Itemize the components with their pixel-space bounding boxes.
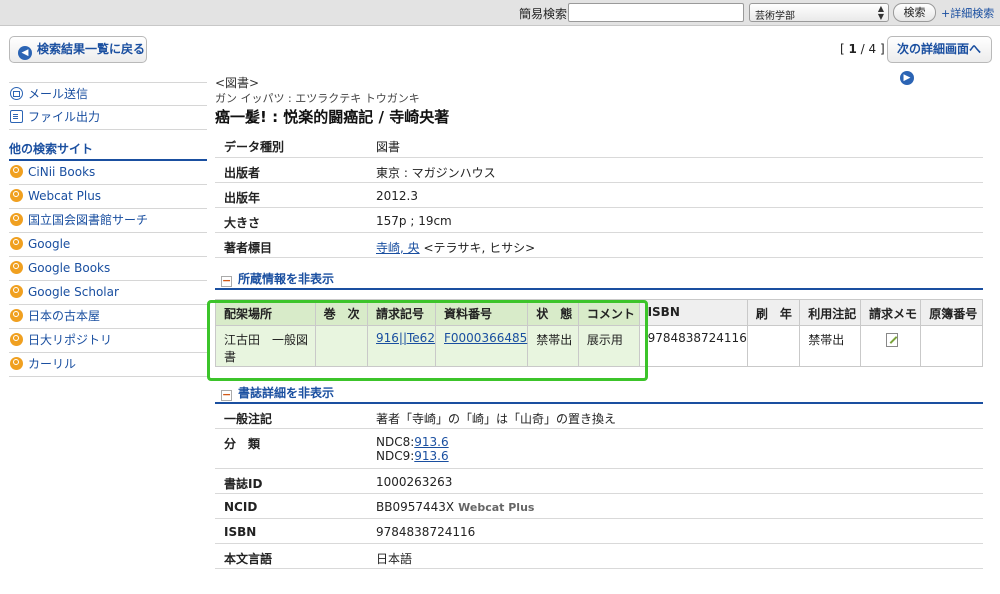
sidebar-item-cinii-books[interactable]: CiNii Books <box>9 161 207 185</box>
search-icon <box>10 357 23 370</box>
record-detail: <図書> ガン イッパツ : エツラクテキ トウガンキ 癌一髪! : 悦楽的闘癌… <box>215 74 983 569</box>
table-row: 大きさ 157p ; 19cm <box>215 207 983 233</box>
col-location: 配架場所 <box>215 298 316 326</box>
col-call-number: 請求記号 <box>367 298 436 326</box>
author-link[interactable]: 寺崎, 央 <box>376 241 420 255</box>
sidebar-item-kosho[interactable]: 日本の古本屋 <box>9 305 207 329</box>
ndc8-link[interactable]: 913.6 <box>414 435 448 449</box>
sidebar-item-file-export[interactable]: ファイル出力 <box>9 106 207 130</box>
collapse-icon: − <box>221 387 232 401</box>
table-row: 出版者 東京 : マガジンハウス <box>215 157 983 183</box>
holding-ledger-number <box>920 324 983 367</box>
holding-isbn: 9784838724116 <box>638 324 748 367</box>
sidebar-item-google-books[interactable]: Google Books <box>9 257 207 281</box>
holdings-toggle[interactable]: − 所蔵情報を非表示 <box>215 266 983 290</box>
col-request-memo: 請求メモ <box>860 298 922 326</box>
sidebar-item-webcat-plus[interactable]: Webcat Plus <box>9 185 207 209</box>
holding-location: 江古田 一般図書 <box>215 324 316 367</box>
search-button[interactable]: 検索 <box>893 3 936 22</box>
table-row: 江古田 一般図書 916||Te62 F0000366485 禁帯出 展示用 9… <box>215 324 983 367</box>
search-icon <box>10 189 23 202</box>
sidebar-item-ndl-search[interactable]: 国立国会図書館サーチ <box>9 209 207 233</box>
holding-printing-year <box>746 324 801 367</box>
holdings-table: 配架場所 巻 次 請求記号 資料番号 状 態 コメント ISBN 刷 年 利用注… <box>215 298 983 367</box>
page-title: 癌一髪! : 悦楽的闘癌記 / 寺崎央著 <box>215 108 450 126</box>
memo-edit-icon[interactable] <box>886 332 899 347</box>
title-reading: ガン イッパツ : エツラクテキ トウガンキ <box>215 92 420 105</box>
ncid-value: BB0957443X <box>376 500 455 514</box>
holding-status: 禁帯出 <box>527 324 579 367</box>
col-isbn: ISBN <box>638 298 748 326</box>
holding-usage-note: 禁帯出 <box>799 324 862 367</box>
ndc9-link[interactable]: 913.6 <box>414 449 448 463</box>
search-icon <box>10 333 23 346</box>
table-row: 書誌ID 1000263263 <box>215 468 983 494</box>
author-reading: <テラサキ, ヒサシ> <box>419 240 536 255</box>
material-type-tag: <図書> <box>215 76 260 90</box>
table-row: 分 類 NDC8:913.6 NDC9:913.6 <box>215 428 983 469</box>
call-number-link[interactable]: 916||Te62 <box>376 331 435 345</box>
col-comment: コメント <box>577 298 640 326</box>
table-row: 出版年 2012.3 <box>215 182 983 208</box>
sidebar-item-send-email[interactable]: メール送信 <box>9 82 207 106</box>
advanced-search-link[interactable]: +詳細検索 <box>941 5 994 21</box>
next-detail-label: 次の詳細画面へ <box>897 42 982 56</box>
sidebar-item-google-scholar[interactable]: Google Scholar <box>9 281 207 305</box>
col-ledger-number: 原簿番号 <box>920 298 983 326</box>
col-item-number: 資料番号 <box>434 298 529 326</box>
other-search-sites-heading: 他の検索サイト <box>9 139 207 161</box>
holding-volume <box>314 324 369 367</box>
search-scope-value: 芸術学部 <box>755 11 795 22</box>
item-number-link[interactable]: F0000366485 <box>444 331 527 345</box>
back-to-results-button[interactable]: ◀ 検索結果一覧に戻る <box>9 36 147 63</box>
simple-search-input[interactable] <box>568 3 744 22</box>
top-search-bar: 簡易検索: 芸術学部 ▲ ▼ 検索 +詳細検索 <box>0 0 1000 26</box>
simple-search-label: 簡易検索: <box>519 7 572 21</box>
col-volume: 巻 次 <box>314 298 369 326</box>
back-to-results-label: 検索結果一覧に戻る <box>37 42 146 56</box>
holding-comment: 展示用 <box>577 324 640 367</box>
arrow-left-circle-icon: ◀ <box>18 46 32 60</box>
file-icon <box>10 110 23 123</box>
table-row: データ種別 図書 <box>215 132 983 158</box>
collapse-icon: − <box>221 273 232 287</box>
table-row: 著者標目 寺崎, 央 <テラサキ, ヒサシ> <box>215 232 983 258</box>
search-icon <box>10 237 23 250</box>
table-row: 本文言語 日本語 <box>215 543 983 569</box>
col-usage-note: 利用注記 <box>799 298 862 326</box>
next-detail-button[interactable]: 次の詳細画面へ▶ <box>887 36 992 85</box>
sidebar-item-calil[interactable]: カーリル <box>9 353 207 377</box>
search-scope-select[interactable]: 芸術学部 ▲ ▼ <box>749 3 889 22</box>
col-status: 状 態 <box>527 298 579 326</box>
sidebar-item-google[interactable]: Google <box>9 233 207 257</box>
bib-details-toggle[interactable]: − 書誌詳細を非表示 <box>215 380 983 404</box>
bib-details-table: 一般注記 著者「寺崎」の「崎」は「山奇」の置き換え 分 類 NDC8:913.6 N… <box>215 403 983 569</box>
search-icon <box>10 261 23 274</box>
search-icon <box>10 309 23 322</box>
mail-icon <box>10 87 23 100</box>
table-row: NCID BB0957443X Webcat Plus <box>215 493 983 519</box>
webcat-plus-link[interactable]: Webcat Plus <box>458 501 534 514</box>
search-icon <box>10 285 23 298</box>
col-printing-year: 刷 年 <box>746 298 801 326</box>
search-icon <box>10 165 23 178</box>
select-arrows-icon: ▲ ▼ <box>877 4 884 21</box>
bibliographic-summary-table: データ種別 図書 出版者 東京 : マガジンハウス 出版年 2012.3 大きさ 157… <box>215 132 983 258</box>
holdings-header-row: 配架場所 巻 次 請求記号 資料番号 状 態 コメント ISBN 刷 年 利用注… <box>215 298 983 326</box>
table-row: 一般注記 著者「寺崎」の「崎」は「山奇」の置き換え <box>215 403 983 429</box>
sidebar: メール送信 ファイル出力 他の検索サイト CiNii Books Webcat … <box>9 82 207 377</box>
sidebar-item-nihon-u-repository[interactable]: 日大リポジトリ <box>9 329 207 353</box>
table-row: ISBN 9784838724116 <box>215 518 983 544</box>
search-icon <box>10 213 23 226</box>
record-pager: [ 1 / 4 ] <box>840 42 885 56</box>
pager-current: 1 <box>848 42 857 56</box>
